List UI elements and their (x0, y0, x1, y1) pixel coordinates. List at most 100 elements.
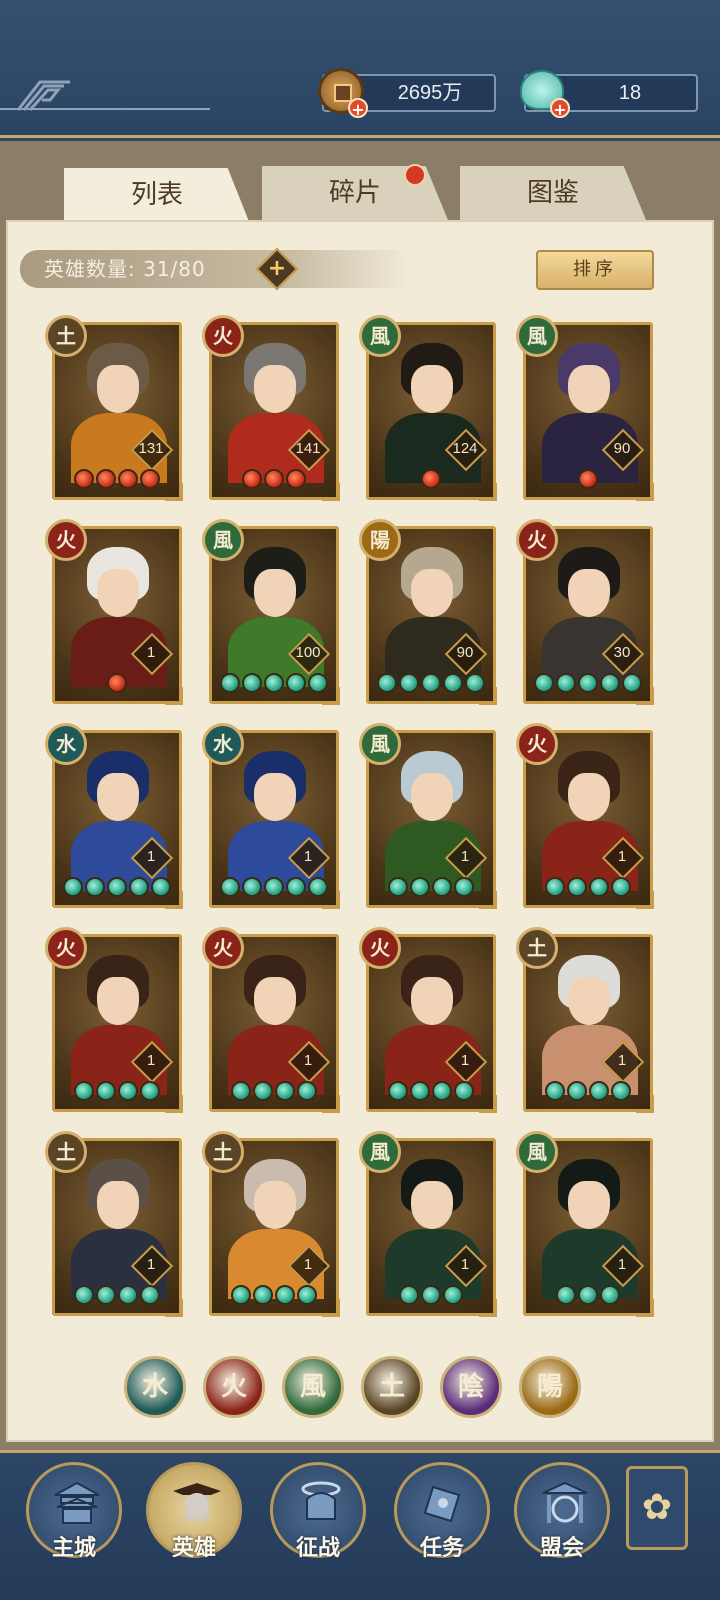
hero-stars (212, 1285, 336, 1309)
hero-card[interactable]: 土1 (516, 927, 654, 1113)
hero-level-badge: 124 (447, 431, 483, 467)
hero-count-label: 英雄数量: 31/80 (44, 257, 206, 281)
element-badge-icon: 火 (45, 927, 87, 969)
hero-card[interactable]: 風1 (359, 723, 497, 909)
hero-card[interactable]: 火1 (359, 927, 497, 1113)
star-orb-icon (443, 673, 463, 693)
hero-level: 1 (146, 1256, 156, 1273)
hero-card[interactable]: 火 30 (516, 519, 654, 705)
star-orb-icon (118, 469, 138, 489)
filter-tu-button[interactable]: 土 (361, 1356, 423, 1418)
hero-level: 1 (146, 644, 156, 661)
hero-face (254, 365, 296, 413)
top-divider (0, 108, 210, 110)
jade-value: 18 (618, 82, 642, 104)
hero-level: 30 (613, 644, 631, 661)
star-orb-icon (286, 877, 306, 897)
star-orb-icon (578, 469, 598, 489)
hero-stars (55, 1285, 179, 1309)
hero-level: 1 (303, 848, 313, 865)
star-orb-icon (220, 877, 240, 897)
hero-face (254, 1181, 296, 1229)
star-orb-icon (578, 673, 598, 693)
hero-face (568, 773, 610, 821)
add-coin-icon[interactable]: + (348, 98, 368, 119)
tab-atlas[interactable]: 图鉴 (460, 166, 646, 220)
hero-level-badge: 90 (604, 431, 640, 467)
element-badge-icon: 風 (359, 315, 401, 357)
filter-huo-button[interactable]: 火 (203, 1356, 265, 1418)
star-orb-icon (443, 1285, 463, 1305)
hero-level: 1 (303, 1256, 313, 1273)
nav-guild-label: 盟会 (539, 1536, 584, 1561)
hero-card[interactable]: 風 100 (202, 519, 340, 705)
hero-card[interactable]: 風 90 (516, 315, 654, 501)
star-orb-icon (399, 1285, 419, 1305)
star-orb-icon (308, 673, 328, 693)
hero-level-badge: 1 (133, 635, 169, 671)
element-badge-icon: 火 (516, 519, 558, 561)
hero-card[interactable]: 火1 (45, 519, 183, 705)
element-badge-icon: 火 (45, 519, 87, 561)
element-badge-icon: 風 (516, 1131, 558, 1173)
hero-stars (212, 673, 336, 697)
star-orb-icon (421, 673, 441, 693)
star-orb-icon (454, 1081, 474, 1101)
hero-card[interactable]: 土1 (45, 1131, 183, 1317)
star-orb-icon (264, 673, 284, 693)
jade-resource[interactable]: + 18 (520, 70, 698, 119)
hero-face (568, 977, 610, 1025)
hero-level: 1 (617, 1052, 627, 1069)
hero-stars (55, 877, 179, 901)
hero-card[interactable]: 火1 (202, 927, 340, 1113)
hero-stars (369, 1285, 493, 1309)
coin-resource[interactable]: + 2695万 (318, 68, 496, 119)
hero-card[interactable]: 風1 (516, 1131, 654, 1317)
star-orb-icon (286, 673, 306, 693)
filter-shui-button[interactable]: 水 (124, 1356, 186, 1418)
hero-card[interactable]: 土1 (202, 1131, 340, 1317)
hero-card[interactable]: 陽 90 (359, 519, 497, 705)
star-orb-icon (107, 877, 127, 897)
filter-yang-button[interactable]: 陽 (519, 1356, 581, 1418)
star-orb-icon (118, 1285, 138, 1305)
sort-button[interactable]: 排序 (536, 250, 654, 290)
star-orb-icon (242, 673, 262, 693)
filter-feng-button[interactable]: 風 (282, 1356, 344, 1418)
star-orb-icon (534, 673, 554, 693)
hero-level-badge: 141 (290, 431, 326, 467)
element-badge-icon: 風 (202, 519, 244, 561)
element-badge-icon: 土 (45, 1131, 87, 1173)
star-orb-icon (96, 1081, 116, 1101)
more-menu-button[interactable]: ✿ (626, 1466, 688, 1550)
hero-card[interactable]: 水1 (45, 723, 183, 909)
hero-face (411, 569, 453, 617)
hero-level: 1 (146, 848, 156, 865)
hero-stars (369, 1081, 493, 1105)
star-orb-icon (96, 469, 116, 489)
star-orb-icon (421, 1285, 441, 1305)
star-orb-icon (275, 1285, 295, 1305)
element-badge-icon: 火 (202, 927, 244, 969)
hero-card[interactable]: 風1 (359, 1131, 497, 1317)
hero-level-badge: 1 (447, 839, 483, 875)
hero-card[interactable]: 土 131 (45, 315, 183, 501)
back-pattern-icon[interactable] (14, 78, 72, 112)
hero-level-badge: 1 (604, 1247, 640, 1283)
star-orb-icon (85, 877, 105, 897)
hero-level-badge: 1 (290, 839, 326, 875)
scroll-icon (423, 1485, 461, 1523)
hero-level-badge: 1 (447, 1043, 483, 1079)
star-orb-icon (74, 1081, 94, 1101)
tab-list[interactable]: 列表 (64, 168, 250, 224)
hero-card[interactable]: 火1 (516, 723, 654, 909)
hero-card[interactable]: 火 141 (202, 315, 340, 501)
star-orb-icon (253, 1285, 273, 1305)
filter-yin-button[interactable]: 陰 (440, 1356, 502, 1418)
star-orb-icon (410, 877, 430, 897)
hero-card[interactable]: 火1 (45, 927, 183, 1113)
hero-level: 131 (138, 440, 164, 457)
hero-card[interactable]: 風 124 (359, 315, 497, 501)
hero-stars (526, 673, 650, 697)
hero-card[interactable]: 水1 (202, 723, 340, 909)
